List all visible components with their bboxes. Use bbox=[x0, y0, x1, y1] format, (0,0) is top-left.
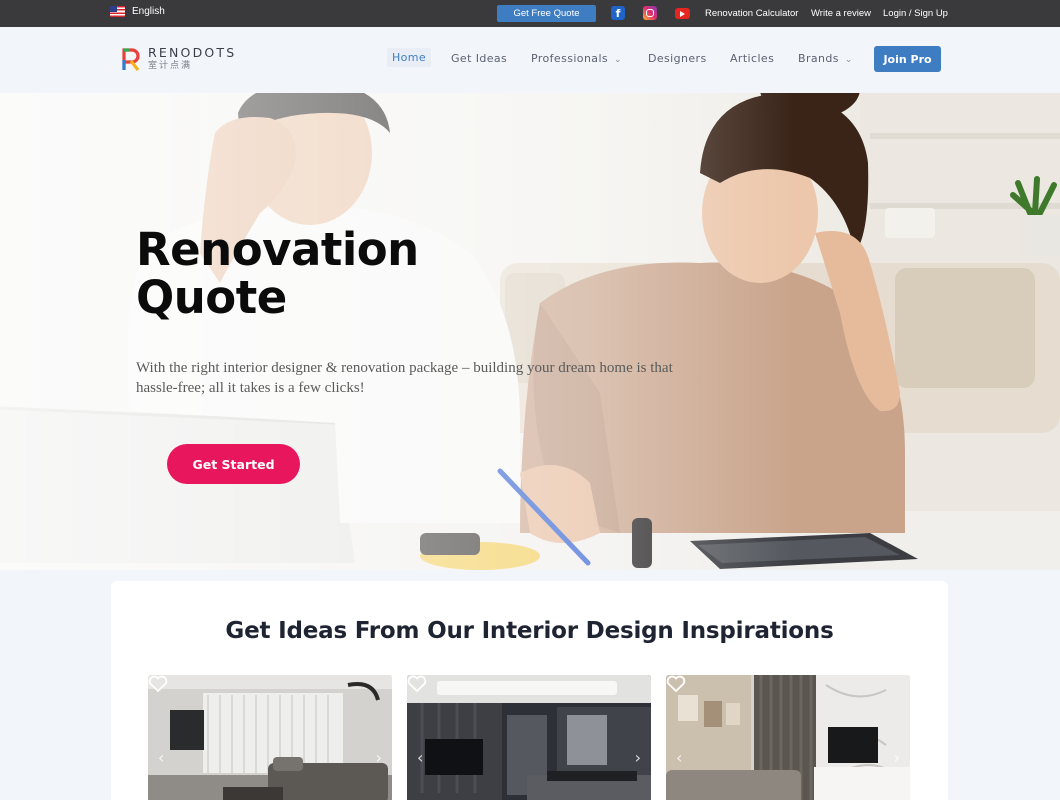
nav-brands-label: Brands bbox=[798, 52, 839, 65]
heart-icon[interactable] bbox=[148, 675, 168, 693]
nav-home[interactable]: Home bbox=[387, 48, 432, 67]
brand-subtitle: 室计点满 bbox=[148, 60, 193, 71]
login-signup-link[interactable]: Login / Sign Up bbox=[883, 8, 948, 19]
hero-banner: Renovation Quote With the right interior… bbox=[0, 93, 1060, 570]
inspiration-card[interactable]: ‹ › bbox=[407, 675, 651, 800]
hero-description: With the right interior designer & renov… bbox=[136, 360, 673, 396]
heart-icon[interactable] bbox=[407, 675, 427, 693]
write-review-link[interactable]: Write a review bbox=[811, 8, 871, 19]
top-utility-bar: English Get Free Quote f Renovation Calc… bbox=[0, 0, 1060, 27]
inspiration-photo bbox=[666, 675, 910, 800]
nav-designers[interactable]: Designers bbox=[648, 52, 707, 65]
language-label: English bbox=[132, 6, 165, 17]
inspiration-card[interactable]: ‹ › bbox=[148, 675, 392, 800]
nav-professionals-label: Professionals bbox=[531, 52, 609, 65]
brand-name: RENODOTS bbox=[148, 45, 237, 61]
youtube-icon[interactable] bbox=[675, 8, 690, 19]
ideas-section-title: Get Ideas From Our Interior Design Inspi… bbox=[225, 618, 834, 644]
hero-title: Renovation Quote bbox=[136, 223, 419, 324]
carousel-prev-arrow[interactable]: ‹ bbox=[417, 748, 423, 767]
renodots-logo-icon bbox=[122, 48, 140, 71]
inspiration-photo bbox=[148, 675, 392, 800]
chevron-down-icon: ⌄ bbox=[844, 55, 853, 65]
nav-professionals[interactable]: Professionals ⌄ bbox=[531, 52, 622, 65]
chevron-down-icon: ⌄ bbox=[614, 55, 622, 65]
get-free-quote-button[interactable]: Get Free Quote bbox=[497, 5, 596, 22]
heart-icon[interactable] bbox=[666, 675, 686, 693]
nav-brands[interactable]: Brands ⌄ bbox=[798, 52, 853, 65]
carousel-next-arrow[interactable]: › bbox=[635, 748, 641, 767]
carousel-prev-arrow[interactable]: ‹ bbox=[158, 748, 164, 767]
renovation-calculator-link[interactable]: Renovation Calculator bbox=[705, 8, 798, 19]
carousel-next-arrow[interactable]: › bbox=[894, 748, 900, 767]
instagram-icon[interactable] bbox=[643, 6, 657, 20]
language-selector[interactable]: English bbox=[110, 6, 165, 17]
carousel-next-arrow[interactable]: › bbox=[376, 748, 382, 767]
main-header: RENODOTS 室计点满 Home Get Ideas Professiona… bbox=[0, 27, 1060, 93]
nav-get-ideas[interactable]: Get Ideas bbox=[451, 52, 507, 65]
facebook-icon[interactable]: f bbox=[611, 6, 625, 20]
renodots-logo[interactable]: RENODOTS 室计点满 bbox=[120, 46, 236, 72]
hero-background-photo bbox=[0, 93, 1060, 570]
get-started-button[interactable]: Get Started bbox=[167, 444, 300, 484]
carousel-prev-arrow[interactable]: ‹ bbox=[676, 748, 682, 767]
inspiration-photo bbox=[407, 675, 651, 800]
ideas-section: Get Ideas From Our Interior Design Inspi… bbox=[111, 581, 948, 800]
inspiration-card[interactable]: ‹ › bbox=[666, 675, 910, 800]
join-pro-button[interactable]: Join Pro bbox=[874, 46, 941, 72]
us-flag-icon bbox=[110, 6, 125, 17]
nav-articles[interactable]: Articles bbox=[730, 52, 774, 65]
